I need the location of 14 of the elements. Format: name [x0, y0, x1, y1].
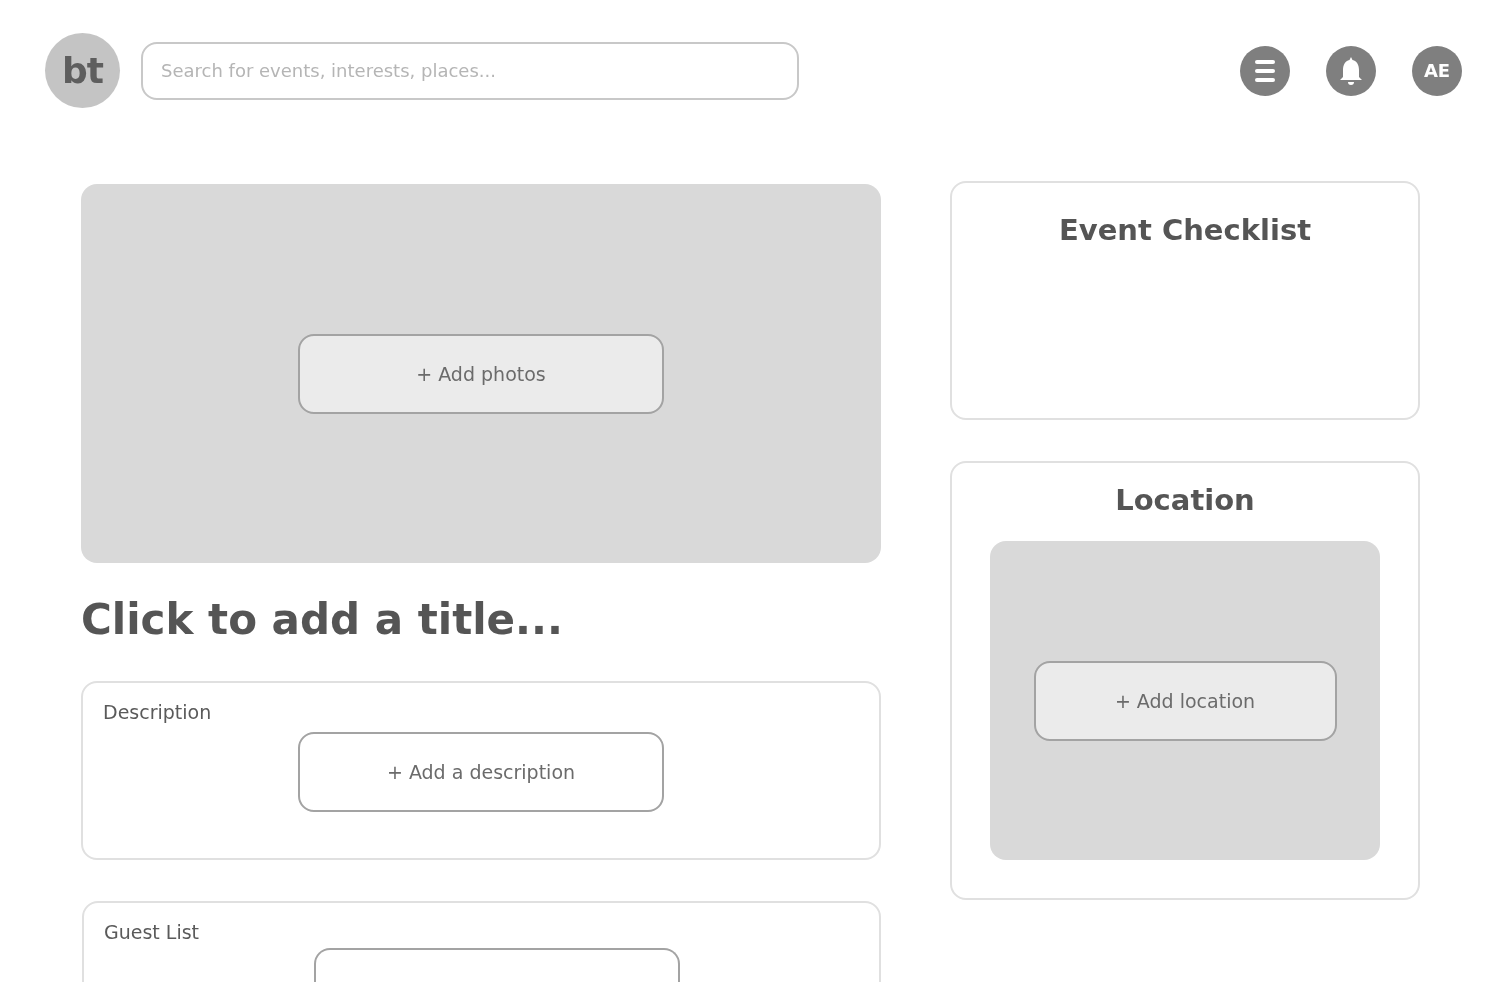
event-title[interactable]: Click to add a title... — [81, 596, 881, 644]
search-field[interactable]: Search for events, interests, places... — [141, 41, 799, 100]
card-label: Guest List — [104, 921, 201, 943]
logo[interactable]: bt — [45, 33, 120, 108]
card-title: Event Checklist — [1057, 213, 1313, 247]
menu-icon[interactable] — [1240, 45, 1290, 96]
guest-list-button[interactable] — [313, 948, 680, 982]
add-description-button[interactable]: + Add a description — [298, 732, 664, 812]
card-title: Location — [1114, 483, 1256, 517]
user-avatar[interactable]: AE — [1412, 45, 1462, 96]
add-photos-button[interactable]: + Add photos — [298, 333, 664, 414]
card-label: Description — [103, 701, 213, 723]
bell-icon[interactable] — [1326, 45, 1376, 96]
add-location-button[interactable]: + Add location — [1033, 660, 1337, 741]
